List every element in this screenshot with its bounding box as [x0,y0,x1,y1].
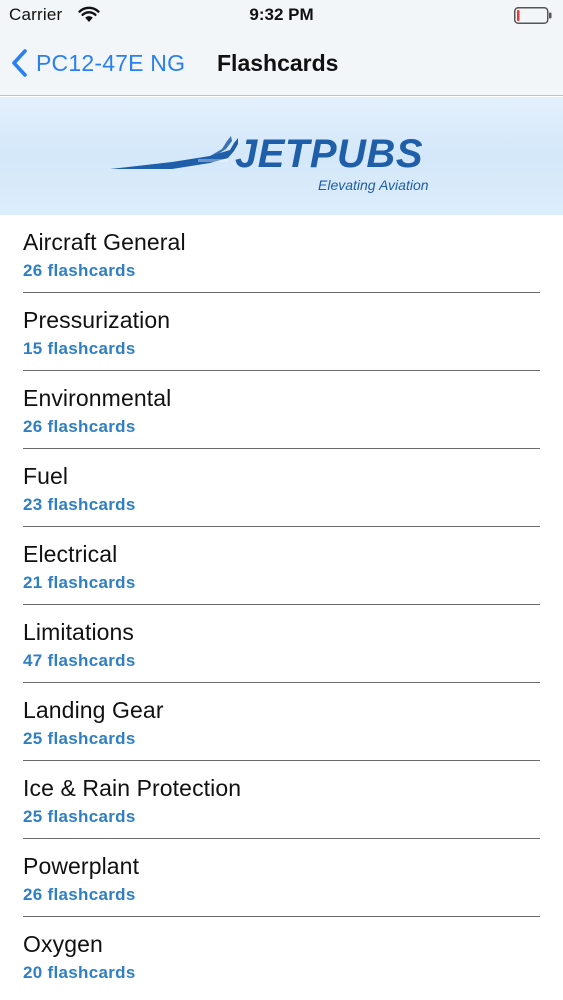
flashcard-count: 15 flashcards [23,339,136,358]
category-title: Aircraft General [23,229,186,255]
back-button-label: PC12-47E NG [36,49,186,76]
category-title: Environmental [23,385,172,411]
brand-wordmark: JETPUBS [235,132,423,176]
list-item[interactable]: Landing Gear 25 flashcards [0,683,563,761]
page-title: Flashcards [217,50,339,76]
battery-icon [514,7,552,24]
brand-banner: JETPUBS Elevating Aviation [0,97,563,215]
list-item[interactable]: Limitations 47 flashcards [0,605,563,683]
flashcard-count: 26 flashcards [23,417,136,436]
category-title: Powerplant [23,853,140,879]
status-bar: Carrier 9:32 PM [0,0,563,30]
flashcard-count: 25 flashcards [23,807,136,826]
category-title: Limitations [23,619,135,645]
list-item[interactable]: Pressurization 15 flashcards [0,293,563,371]
flashcard-count: 25 flashcards [23,729,136,748]
category-title: Pressurization [23,307,171,333]
chevron-left-icon [12,49,27,77]
brand-tagline: Elevating Aviation [318,177,429,193]
screen: Carrier 9:32 PM PC12-47E NG Flashcards J… [0,0,563,1000]
list-item[interactable]: Powerplant 26 flashcards [0,839,563,917]
back-button[interactable]: PC12-47E NG [10,46,185,80]
list-item[interactable]: Environmental 26 flashcards [0,371,563,449]
list-item[interactable]: Aircraft General 26 flashcards [0,215,563,293]
flashcard-count: 26 flashcards [23,261,136,280]
list-item[interactable]: Oxygen 20 flashcards [0,917,563,995]
list-item[interactable]: Ice & Rain Protection 25 flashcards [0,761,563,839]
category-title: Fuel [23,463,69,489]
flashcard-count: 47 flashcards [23,651,136,670]
flashcard-count: 23 flashcards [23,495,136,514]
category-title: Ice & Rain Protection [23,775,242,801]
list-item[interactable]: Electrical 21 flashcards [0,527,563,605]
clock-time: 9:32 PM [249,5,314,24]
category-title: Electrical [23,541,118,567]
category-title: Oxygen [23,931,103,957]
flashcard-count: 20 flashcards [23,963,136,982]
flashcard-count: 26 flashcards [23,885,136,904]
flashcard-category-list: Aircraft General 26 flashcards Pressuriz… [0,215,563,995]
navigation-bar: PC12-47E NG Flashcards [0,30,563,96]
category-title: Landing Gear [23,697,164,723]
flashcard-count: 21 flashcards [23,573,136,592]
battery-level-fill [517,10,520,21]
list-item[interactable]: Fuel 23 flashcards [0,449,563,527]
